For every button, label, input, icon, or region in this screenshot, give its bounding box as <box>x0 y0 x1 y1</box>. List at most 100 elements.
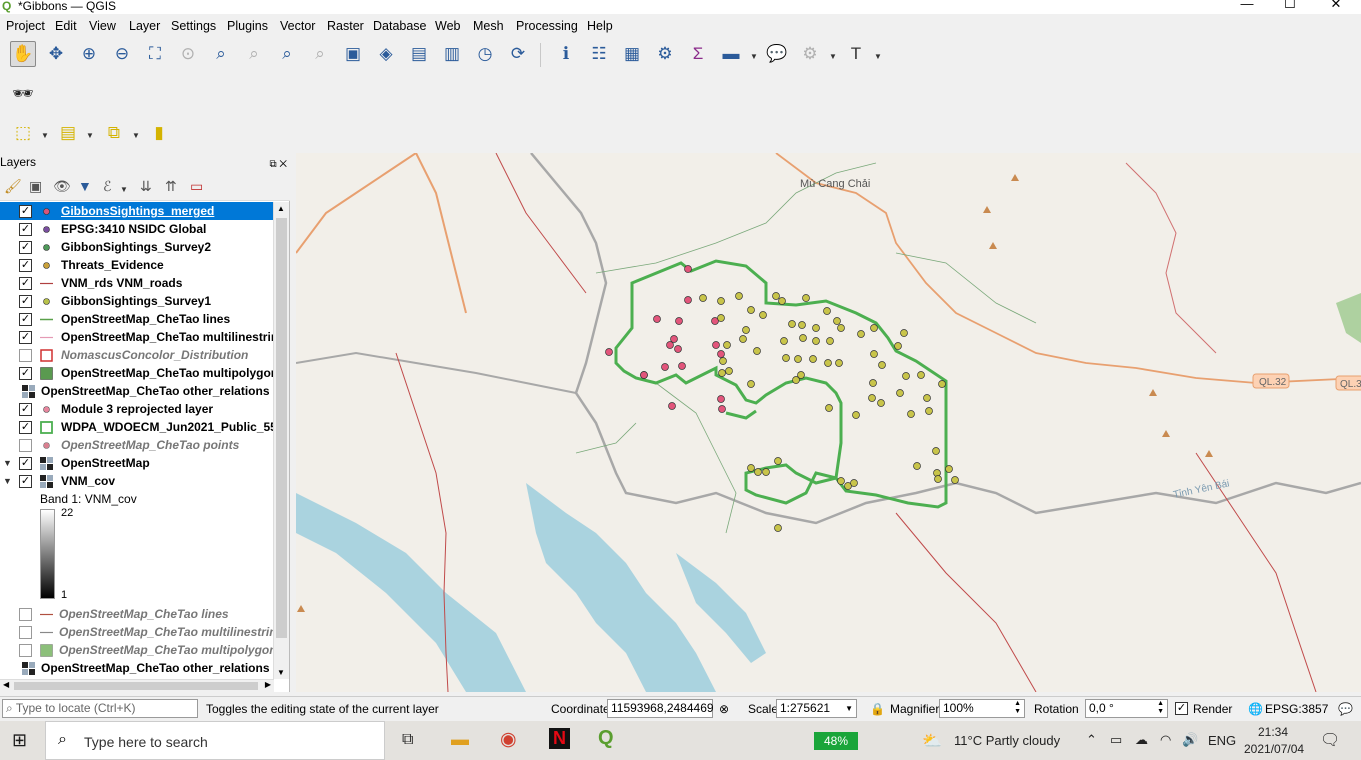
menu-vector[interactable]: Vector <box>280 19 315 33</box>
map-canvas[interactable]: QL.32 QL.3 Mù Cang Chải Tỉnh Yên Bái <box>296 153 1361 692</box>
statistical-summary-icon[interactable]: ▦ <box>619 41 645 67</box>
windows-start-icon[interactable]: ⊞ <box>12 730 27 751</box>
toolbox-gear-icon[interactable]: ⚙ <box>652 41 678 67</box>
layer-tree-horizontal-scrollbar[interactable]: ◀ ▶ <box>0 679 274 692</box>
close-button[interactable]: ✕ <box>1321 0 1351 10</box>
layer-item[interactable]: ✓ WDPA_WDOECM_Jun2021_Public_5555 <box>0 418 274 436</box>
zoom-to-layer-icon[interactable]: ⌕ <box>208 41 234 67</box>
render-checkbox[interactable]: ✓ <box>1175 702 1188 715</box>
zoom-native-icon[interactable]: ⌕ <box>241 41 267 67</box>
layer-item[interactable]: OpenStreetMap_CheTao lines <box>0 605 274 623</box>
text-annotation-icon[interactable]: T <box>843 41 869 67</box>
filter-expression-icon[interactable]: ℰ <box>103 178 111 195</box>
layer-checkbox[interactable] <box>19 608 32 621</box>
menu-layer[interactable]: Layer <box>129 19 160 33</box>
measure-icon[interactable]: ▬ <box>718 41 744 67</box>
layer-item[interactable]: ▼ ✓ OpenStreetMap <box>0 454 274 472</box>
map-svg[interactable]: QL.32 QL.3 Mù Cang Chải Tỉnh Yên Bái <box>296 153 1361 692</box>
layer-checkbox[interactable]: ✓ <box>19 457 32 470</box>
layer-checkbox[interactable] <box>19 626 32 639</box>
menu-settings[interactable]: Settings <box>171 19 216 33</box>
layer-item[interactable]: OpenStreetMap_CheTao points <box>0 436 274 454</box>
weather-icon[interactable]: ⛅ <box>922 731 942 751</box>
identify-features-icon[interactable]: ℹ <box>553 41 579 67</box>
clock-date[interactable]: 2021/07/04 <box>1244 742 1304 756</box>
maximize-button[interactable]: ☐ <box>1275 0 1305 10</box>
pan-to-selection-icon[interactable]: ✥ <box>43 41 69 67</box>
taskbar-search-box[interactable]: ⌕ Type here to search <box>45 721 385 760</box>
layer-checkbox[interactable]: ✓ <box>19 259 32 272</box>
layer-checkbox[interactable]: ✓ <box>19 295 32 308</box>
crs-globe-icon[interactable]: 🌐 <box>1248 702 1263 716</box>
layer-item[interactable]: OpenStreetMap_CheTao multipolygons <box>0 641 274 659</box>
zoom-in-icon[interactable]: ⊕ <box>76 41 102 67</box>
layer-item[interactable]: ✓ GibbonSightings_Survey1 <box>0 292 274 310</box>
menu-edit[interactable]: Edit <box>55 19 77 33</box>
layer-item[interactable]: OpenStreetMap_CheTao other_relations <box>0 659 274 677</box>
style-manager-icon[interactable]: 🖌 <box>4 178 22 195</box>
zoom-last-icon[interactable]: ⌕ <box>274 41 300 67</box>
map-tips-icon[interactable]: 💬 <box>764 41 790 67</box>
select-by-value-icon[interactable]: ▤ <box>55 120 81 146</box>
manage-visibility-icon[interactable]: 👁 <box>53 178 71 195</box>
battery-icon[interactable]: ▭ <box>1110 732 1122 748</box>
select-features-icon[interactable]: ⬚ <box>10 120 36 146</box>
pan-hand-icon[interactable]: ✋ <box>10 41 36 67</box>
menu-help[interactable]: Help <box>587 19 613 33</box>
menu-plugins[interactable]: Plugins <box>227 19 268 33</box>
chrome-icon[interactable]: ◉ <box>500 728 517 751</box>
layer-checkbox[interactable]: ✓ <box>19 277 32 290</box>
qgis-taskbar-icon[interactable]: Q <box>598 727 614 750</box>
layer-checkbox[interactable]: ✓ <box>19 205 32 218</box>
layer-item[interactable]: ✓ Threats_Evidence <box>0 256 274 274</box>
locator-search-input[interactable]: ⌕ Type to locate (Ctrl+K) <box>2 699 198 718</box>
coordinate-field[interactable]: 11593968,2484469 <box>607 699 714 718</box>
expand-all-icon[interactable]: ⇊ <box>140 178 152 195</box>
layer-item[interactable]: ▼ ✓ VNM_cov <box>0 472 274 490</box>
menu-web[interactable]: Web <box>435 19 460 33</box>
layer-checkbox[interactable] <box>19 644 32 657</box>
add-group-icon[interactable]: ▣ <box>29 178 42 195</box>
layer-item[interactable]: OpenStreetMap_CheTao multilinestring <box>0 623 274 641</box>
collapse-arrow-icon[interactable]: ▼ <box>3 472 12 490</box>
temporal-controller-icon[interactable]: ◷ <box>472 41 498 67</box>
zoom-full-icon[interactable]: ⛶ <box>142 41 168 67</box>
netflix-icon[interactable]: N <box>549 728 570 749</box>
layer-checkbox[interactable]: ✓ <box>19 367 32 380</box>
clock-time[interactable]: 21:34 <box>1258 725 1288 739</box>
deselect-features-icon[interactable]: ⧉ <box>101 120 127 146</box>
lock-scale-icon[interactable]: 🔒 <box>870 702 885 716</box>
menu-view[interactable]: View <box>89 19 116 33</box>
layer-item[interactable]: ✓ OpenStreetMap_CheTao lines <box>0 310 274 328</box>
zoom-next-icon[interactable]: ⌕ <box>307 41 333 67</box>
menu-project[interactable]: Project <box>6 19 45 33</box>
layer-item[interactable]: ✓ OpenStreetMap_CheTao multipolygons <box>0 364 274 382</box>
scale-combobox[interactable]: 1:275621 ▼ <box>776 699 857 718</box>
menu-mesh[interactable]: Mesh <box>473 19 504 33</box>
wifi-icon[interactable]: ◠ <box>1160 732 1171 748</box>
rotation-spinbox[interactable]: 0,0 ° ▲ ▼ <box>1085 699 1168 718</box>
layer-checkbox[interactable] <box>19 349 32 362</box>
notifications-icon[interactable]: 🗨 <box>1320 730 1340 750</box>
show-bookmarks-icon[interactable]: ▥ <box>439 41 465 67</box>
filter-legend-icon[interactable]: ▼ <box>78 178 92 194</box>
volume-icon[interactable]: 🔊 <box>1182 732 1198 748</box>
crs-label[interactable]: EPSG:3857 <box>1265 702 1328 716</box>
chevron-up-icon[interactable]: ⌃ <box>1086 732 1097 748</box>
toggle-extents-icon[interactable]: ⊗ <box>719 702 729 716</box>
layer-item[interactable]: ✓ OpenStreetMap_CheTao multilinestring <box>0 328 274 346</box>
zoom-to-selection-icon[interactable]: ⊙ <box>175 41 201 67</box>
plugin-glasses-icon[interactable]: 🕶 <box>10 81 36 107</box>
open-attribute-table-icon[interactable]: ☷ <box>586 41 612 67</box>
magnifier-spinbox[interactable]: 100% ▲ ▼ <box>939 699 1025 718</box>
zoom-out-icon[interactable]: ⊖ <box>109 41 135 67</box>
task-view-icon[interactable]: ⧉ <box>402 731 413 749</box>
menu-processing[interactable]: Processing <box>516 19 578 33</box>
layer-item[interactable]: ✓ EPSG:3410 NSIDC Global <box>0 220 274 238</box>
menu-database[interactable]: Database <box>373 19 427 33</box>
refresh-icon[interactable]: ⟳ <box>505 41 531 67</box>
menu-raster[interactable]: Raster <box>327 19 364 33</box>
layer-checkbox[interactable]: ✓ <box>19 421 32 434</box>
language-indicator[interactable]: ENG <box>1208 733 1236 748</box>
layer-item[interactable]: ✓ VNM_rds VNM_roads <box>0 274 274 292</box>
